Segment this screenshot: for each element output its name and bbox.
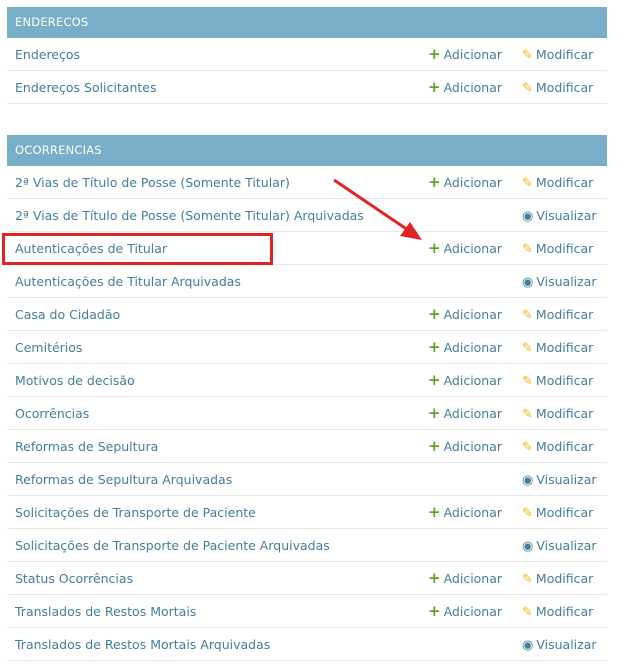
annotation-arrow	[333, 178, 422, 240]
